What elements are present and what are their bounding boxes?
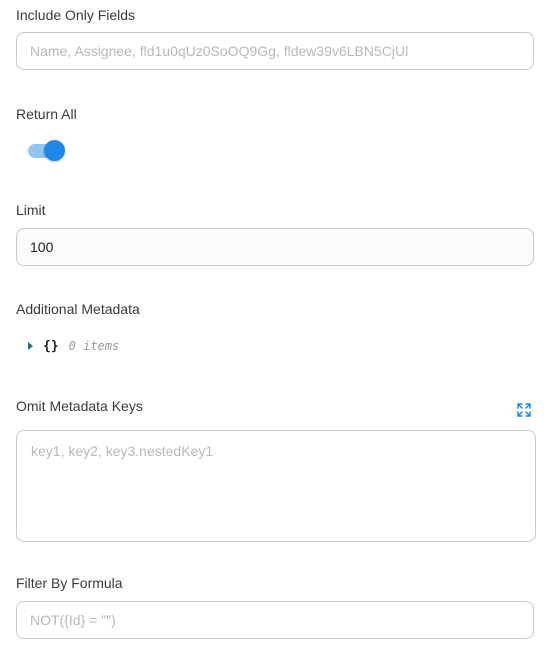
return-all-label: Return All — [16, 106, 77, 122]
omit-metadata-keys-textarea[interactable] — [31, 443, 521, 529]
limit-input-wrapper[interactable] — [16, 228, 534, 266]
expand-icon[interactable] — [517, 403, 531, 417]
include-only-fields-label: Include Only Fields — [16, 7, 136, 23]
return-all-toggle[interactable] — [28, 140, 66, 162]
include-only-fields-input-wrapper[interactable] — [16, 32, 534, 70]
limit-input[interactable] — [30, 239, 520, 255]
filter-by-formula-wrapper[interactable] — [16, 601, 534, 639]
omit-metadata-keys-wrapper[interactable] — [16, 430, 536, 542]
limit-label: Limit — [16, 202, 46, 218]
filter-by-formula-input[interactable] — [30, 612, 520, 628]
toggle-knob — [44, 140, 65, 161]
json-viewer: {} 0 items — [28, 337, 119, 355]
caret-right-icon[interactable] — [28, 342, 33, 350]
additional-metadata-label: Additional Metadata — [16, 301, 140, 317]
omit-metadata-keys-label: Omit Metadata Keys — [16, 398, 143, 414]
json-item-count: 0 items — [68, 339, 120, 353]
include-only-fields-input[interactable] — [30, 43, 520, 59]
filter-by-formula-label: Filter By Formula — [16, 575, 123, 591]
json-braces: {} — [43, 338, 59, 354]
